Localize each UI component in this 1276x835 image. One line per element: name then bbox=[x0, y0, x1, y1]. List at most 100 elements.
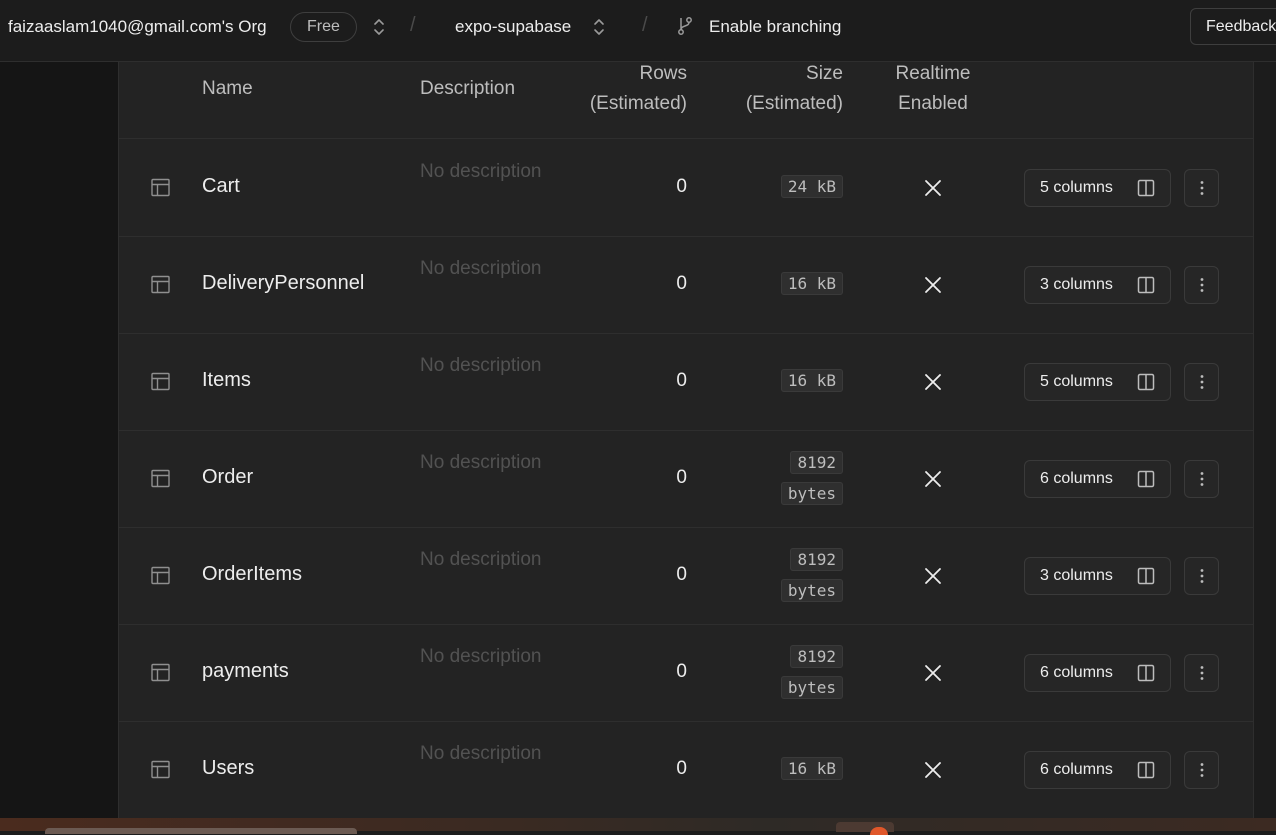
org-name[interactable]: faizaaslam1040@gmail.com's Org bbox=[8, 17, 267, 37]
more-options-button[interactable] bbox=[1184, 557, 1219, 595]
x-icon bbox=[925, 762, 941, 778]
columns-icon bbox=[1137, 276, 1155, 294]
view-columns-button[interactable]: 6 columns bbox=[1024, 751, 1171, 789]
table-row[interactable]: payments No description 0 8192 bytes 6 colum… bbox=[119, 624, 1253, 722]
table-icon bbox=[151, 372, 170, 391]
chevron-up-down-icon[interactable] bbox=[592, 16, 606, 38]
table-name[interactable]: OrderItems bbox=[202, 563, 302, 586]
table-name[interactable]: payments bbox=[202, 660, 289, 683]
table-size: 8192 bytes bbox=[780, 451, 843, 505]
columns-count: 5 columns bbox=[1040, 373, 1113, 390]
view-columns-button[interactable]: 6 columns bbox=[1024, 460, 1171, 498]
browser-app-icon[interactable] bbox=[870, 827, 888, 835]
table-name[interactable]: Order bbox=[202, 466, 253, 489]
more-vertical-icon bbox=[1200, 278, 1204, 292]
view-columns-button[interactable]: 3 columns bbox=[1024, 557, 1171, 595]
table-name[interactable]: Cart bbox=[202, 175, 240, 198]
table-description: No description bbox=[420, 161, 542, 182]
table-size-cell: 24 kB bbox=[753, 172, 843, 203]
table-row-count: 0 bbox=[676, 176, 687, 197]
table-size-cell: 8192 bytes bbox=[753, 545, 843, 607]
columns-count: 3 columns bbox=[1040, 567, 1113, 584]
view-columns-button[interactable]: 6 columns bbox=[1024, 654, 1171, 692]
table-name[interactable]: Users bbox=[202, 757, 254, 780]
table-row-count: 0 bbox=[676, 758, 687, 779]
header-realtime: Realtime Enabled bbox=[873, 62, 993, 119]
columns-count: 6 columns bbox=[1040, 761, 1113, 778]
columns-icon bbox=[1137, 761, 1155, 779]
table-size: 16 kB bbox=[780, 272, 843, 295]
table-description: No description bbox=[420, 355, 542, 376]
more-options-button[interactable] bbox=[1184, 460, 1219, 498]
table-name[interactable]: Items bbox=[202, 369, 251, 392]
header-size-line1: Size bbox=[806, 63, 843, 84]
table-size-cell: 16 kB bbox=[753, 754, 843, 785]
more-options-button[interactable] bbox=[1184, 654, 1219, 692]
table-description: No description bbox=[420, 452, 542, 473]
table-row[interactable]: OrderItems No description 0 8192 bytes 3 col… bbox=[119, 527, 1253, 625]
more-options-button[interactable] bbox=[1184, 266, 1219, 304]
table-row[interactable]: DeliveryPersonnel No description 0 16 kB 3 c… bbox=[119, 236, 1253, 334]
breadcrumb-separator: / bbox=[410, 14, 416, 36]
more-options-button[interactable] bbox=[1184, 363, 1219, 401]
header-size-line2: (Estimated) bbox=[745, 93, 843, 114]
header-realtime-line1: Realtime bbox=[895, 63, 971, 84]
table-row[interactable]: Cart No description 0 24 kB 5 columns bbox=[119, 139, 1253, 237]
columns-icon bbox=[1137, 373, 1155, 391]
table-size: 16 kB bbox=[780, 369, 843, 392]
columns-count: 3 columns bbox=[1040, 276, 1113, 293]
taskbar-search[interactable] bbox=[45, 828, 357, 834]
view-columns-button[interactable]: 5 columns bbox=[1024, 169, 1171, 207]
more-vertical-icon bbox=[1200, 569, 1204, 583]
x-icon bbox=[925, 374, 941, 390]
columns-count: 6 columns bbox=[1040, 664, 1113, 681]
header-rows-line1: Rows bbox=[639, 63, 687, 84]
chevron-up-down-icon[interactable] bbox=[372, 16, 386, 38]
table-icon bbox=[151, 760, 170, 779]
table-header: Name Description Rows (Estimated) Size (… bbox=[119, 62, 1253, 139]
more-vertical-icon bbox=[1200, 763, 1204, 777]
table-name[interactable]: DeliveryPersonnel bbox=[202, 272, 364, 295]
table-icon bbox=[151, 469, 170, 488]
table-row-count: 0 bbox=[676, 564, 687, 585]
table-size: 24 kB bbox=[780, 175, 843, 198]
sidebar bbox=[0, 62, 118, 818]
x-icon bbox=[925, 665, 941, 681]
enable-branching-button[interactable]: Enable branching bbox=[709, 17, 841, 37]
view-columns-button[interactable]: 5 columns bbox=[1024, 363, 1171, 401]
table-row[interactable]: Order No description 0 8192 bytes 6 columns bbox=[119, 430, 1253, 528]
table-icon bbox=[151, 275, 170, 294]
git-branch-icon bbox=[678, 17, 692, 35]
table-row-count: 0 bbox=[676, 467, 687, 488]
table-size-cell: 16 kB bbox=[753, 269, 843, 300]
more-vertical-icon bbox=[1200, 375, 1204, 389]
header-description: Description bbox=[420, 78, 516, 99]
header-rows: Rows (Estimated) bbox=[559, 62, 687, 119]
table-icon bbox=[151, 178, 170, 197]
table-row[interactable]: Users No description 0 16 kB 6 columns bbox=[119, 721, 1253, 818]
table-size-cell: 8192 bytes bbox=[753, 642, 843, 704]
project-name[interactable]: expo-supabase bbox=[455, 17, 571, 37]
table-row-count: 0 bbox=[676, 661, 687, 682]
view-columns-button[interactable]: 3 columns bbox=[1024, 266, 1171, 304]
feedback-button[interactable]: Feedback bbox=[1190, 8, 1276, 45]
table-size: 8192 bytes bbox=[780, 645, 843, 699]
table-icon bbox=[151, 566, 170, 585]
table-size-cell: 8192 bytes bbox=[753, 448, 843, 510]
more-options-button[interactable] bbox=[1184, 169, 1219, 207]
table-row[interactable]: Items No description 0 16 kB 5 columns bbox=[119, 333, 1253, 431]
table-icon bbox=[151, 663, 170, 682]
more-vertical-icon bbox=[1200, 666, 1204, 680]
table-size: 8192 bytes bbox=[780, 548, 843, 602]
header-size: Size (Estimated) bbox=[719, 62, 843, 119]
columns-icon bbox=[1137, 470, 1155, 488]
x-icon bbox=[925, 471, 941, 487]
top-navigation-bar: faizaaslam1040@gmail.com's Org Free / ex… bbox=[0, 0, 1276, 62]
columns-count: 6 columns bbox=[1040, 470, 1113, 487]
more-vertical-icon bbox=[1200, 472, 1204, 486]
table-row-count: 0 bbox=[676, 370, 687, 391]
x-icon bbox=[925, 277, 941, 293]
plan-badge: Free bbox=[290, 12, 357, 42]
more-options-button[interactable] bbox=[1184, 751, 1219, 789]
table-size: 16 kB bbox=[780, 757, 843, 780]
